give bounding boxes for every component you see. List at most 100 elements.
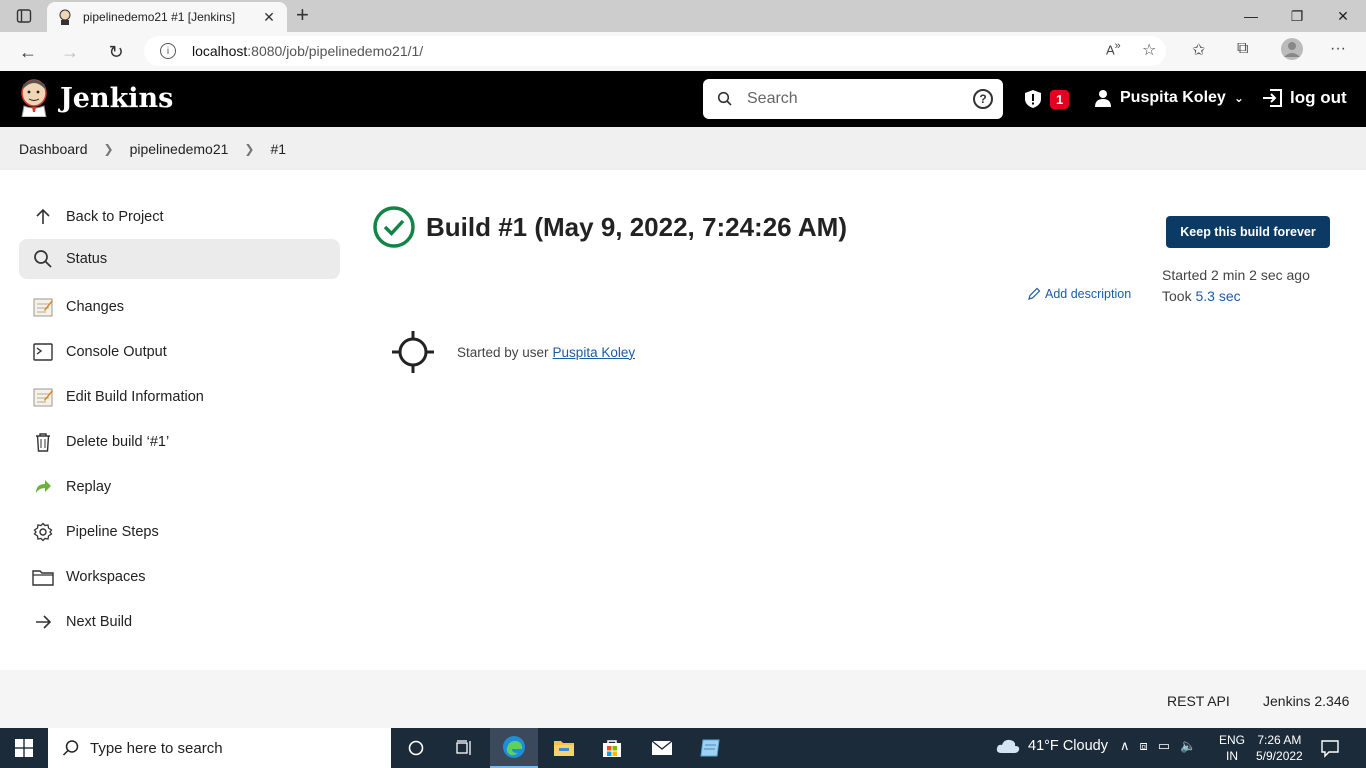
refresh-icon[interactable]: ↻ [104,40,128,64]
file-explorer-icon[interactable] [540,728,588,768]
jenkins-version[interactable]: Jenkins 2.346 [1263,693,1349,709]
rest-api-link[interactable]: REST API [1167,693,1230,709]
add-description-link[interactable]: Add description [1027,287,1131,301]
build-cause: Started by user Puspita Koley [391,330,635,374]
cause-text: Started by user [457,344,549,360]
user-menu[interactable]: Puspita Koley ⌄ [1094,89,1244,107]
forward-icon[interactable]: → [58,40,82,64]
language-region: IN [1226,749,1238,763]
windows-start-icon[interactable] [0,728,48,768]
page-footer: REST API Jenkins 2.346 [0,670,1366,728]
shield-icon [1025,90,1041,108]
search-box[interactable]: ? [703,79,1003,119]
page-title: Build #1 (May 9, 2022, 7:24:26 AM) [426,211,847,242]
site-info-icon[interactable]: i [160,43,176,59]
crosshair-icon [392,331,434,373]
logout-link[interactable]: log out [1262,88,1347,108]
weather-text: 41°F Cloudy [1028,738,1108,754]
url-path: :8080/job/pipelinedemo21/1/ [247,43,424,59]
browser-tab[interactable]: pipelinedemo21 #1 [Jenkins] ✕ [47,2,287,32]
sidebar-item-label: Next Build [66,613,133,630]
cloud-icon [996,739,1020,753]
replay-icon [32,476,54,498]
logout-icon [1263,89,1282,107]
breadcrumb-job[interactable]: pipelinedemo21 [130,141,229,157]
tab-title: pipelinedemo21 #1 [Jenkins] [83,10,236,24]
sidebar-item-status[interactable]: Status [19,239,340,279]
folder-icon [32,566,54,588]
sidebar-item-delete-build[interactable]: Delete build ‘#1’ [19,419,340,464]
security-badge: 1 [1050,89,1070,109]
cause-user-link[interactable]: Puspita Koley [553,345,636,360]
sidebar-item-label: Pipeline Steps [66,523,159,540]
chevron-right-icon: ❯ [244,141,255,156]
app-name: Jenkins [60,82,174,114]
meet-now-icon[interactable]: ⧈ [1140,738,1148,754]
minimize-icon[interactable]: — [1228,0,1274,32]
security-alerts[interactable]: 1 [1024,89,1070,109]
taskbar-clock[interactable]: 7:26 AM 5/9/2022 [1256,732,1303,764]
search-icon [62,740,79,756]
url-field[interactable]: i localhost:8080/job/pipelinedemo21/1/ [144,36,1166,66]
jenkins-butler-icon [21,79,47,117]
network-icon[interactable]: ▭ [1158,738,1170,754]
favorites-icon[interactable]: ✩ [1192,40,1205,60]
edge-browser-icon[interactable] [490,728,538,768]
new-tab-button[interactable]: + [296,4,309,26]
breadcrumb-build[interactable]: #1 [270,141,286,157]
sidebar-item-label: Back to Project [66,208,164,225]
weather-widget[interactable]: 41°F Cloudy [996,738,1108,754]
chevron-down-icon[interactable]: ⌄ [1234,91,1244,105]
close-tab-icon[interactable]: ✕ [261,9,277,26]
mail-icon[interactable] [638,728,686,768]
add-favorite-icon[interactable]: ☆ [1142,40,1156,60]
started-ago: Started 2 min 2 sec ago [1162,267,1310,283]
language-code: ENG [1219,733,1246,747]
language-indicator[interactable]: ENG IN [1219,732,1245,764]
volume-icon[interactable]: 🔈 [1180,738,1196,754]
duration-link[interactable]: 5.3 sec [1195,288,1240,304]
profile-avatar-icon[interactable] [1281,38,1303,65]
read-aloud-icon[interactable]: A» [1106,40,1121,57]
sidebar-item-replay[interactable]: Replay [19,464,340,509]
taskbar-search[interactable]: Type here to search [48,728,391,768]
task-view-icon[interactable] [440,728,488,768]
search-input[interactable] [747,90,973,108]
notepad-app-icon[interactable] [686,728,734,768]
sidebar-item-label: Replay [66,478,112,495]
notification-icon[interactable] [1320,738,1340,763]
sidebar-item-label: Console Output [66,343,167,360]
build-duration: Took 5.3 sec [1162,286,1310,307]
clock-time: 7:26 AM [1257,733,1302,747]
arrow-right-icon [32,611,54,633]
jenkins-favicon-icon [57,9,73,25]
keep-build-forever-button[interactable]: Keep this build forever [1166,216,1330,248]
close-window-icon[interactable]: ✕ [1320,0,1366,32]
browser-tab-bar: pipelinedemo21 #1 [Jenkins] ✕ + — ❐ ✕ [0,0,1366,32]
sidebar-item-workspaces[interactable]: Workspaces [19,554,340,599]
cortana-icon[interactable] [392,728,440,768]
sidebar-item-label: Delete build ‘#1’ [66,433,170,450]
logout-label: log out [1290,88,1347,107]
breadcrumb: Dashboard ❯ pipelinedemo21 ❯ #1 [0,127,1366,170]
window-controls: — ❐ ✕ [1228,0,1366,32]
sidebar-item-next-build[interactable]: Next Build [19,599,340,644]
tab-actions-icon[interactable] [16,8,32,24]
sidebar-item-changes[interactable]: Changes [19,284,340,329]
jenkins-logo[interactable]: Jenkins [18,79,173,117]
restore-icon[interactable]: ❐ [1274,0,1320,32]
chevron-up-icon[interactable]: ∧ [1120,738,1130,754]
back-icon[interactable]: ← [16,40,40,64]
breadcrumb-dashboard[interactable]: Dashboard [19,141,88,157]
sidebar-item-console-output[interactable]: Console Output [19,329,340,374]
took-label: Took [1162,288,1196,304]
more-menu-icon[interactable]: ··· [1330,40,1346,58]
sidebar-item-pipeline-steps[interactable]: Pipeline Steps [19,509,340,554]
build-heading: Build #1 (May 9, 2022, 7:24:26 AM) [372,205,847,249]
sidebar-item-edit-build-information[interactable]: Edit Build Information [19,374,340,419]
microsoft-store-icon[interactable] [588,728,636,768]
clock-date: 5/9/2022 [1256,749,1303,763]
collections-icon[interactable]: ⧉ [1237,40,1248,58]
help-icon[interactable]: ? [973,89,993,109]
sidebar-item-back-to-project[interactable]: Back to Project [19,194,340,239]
